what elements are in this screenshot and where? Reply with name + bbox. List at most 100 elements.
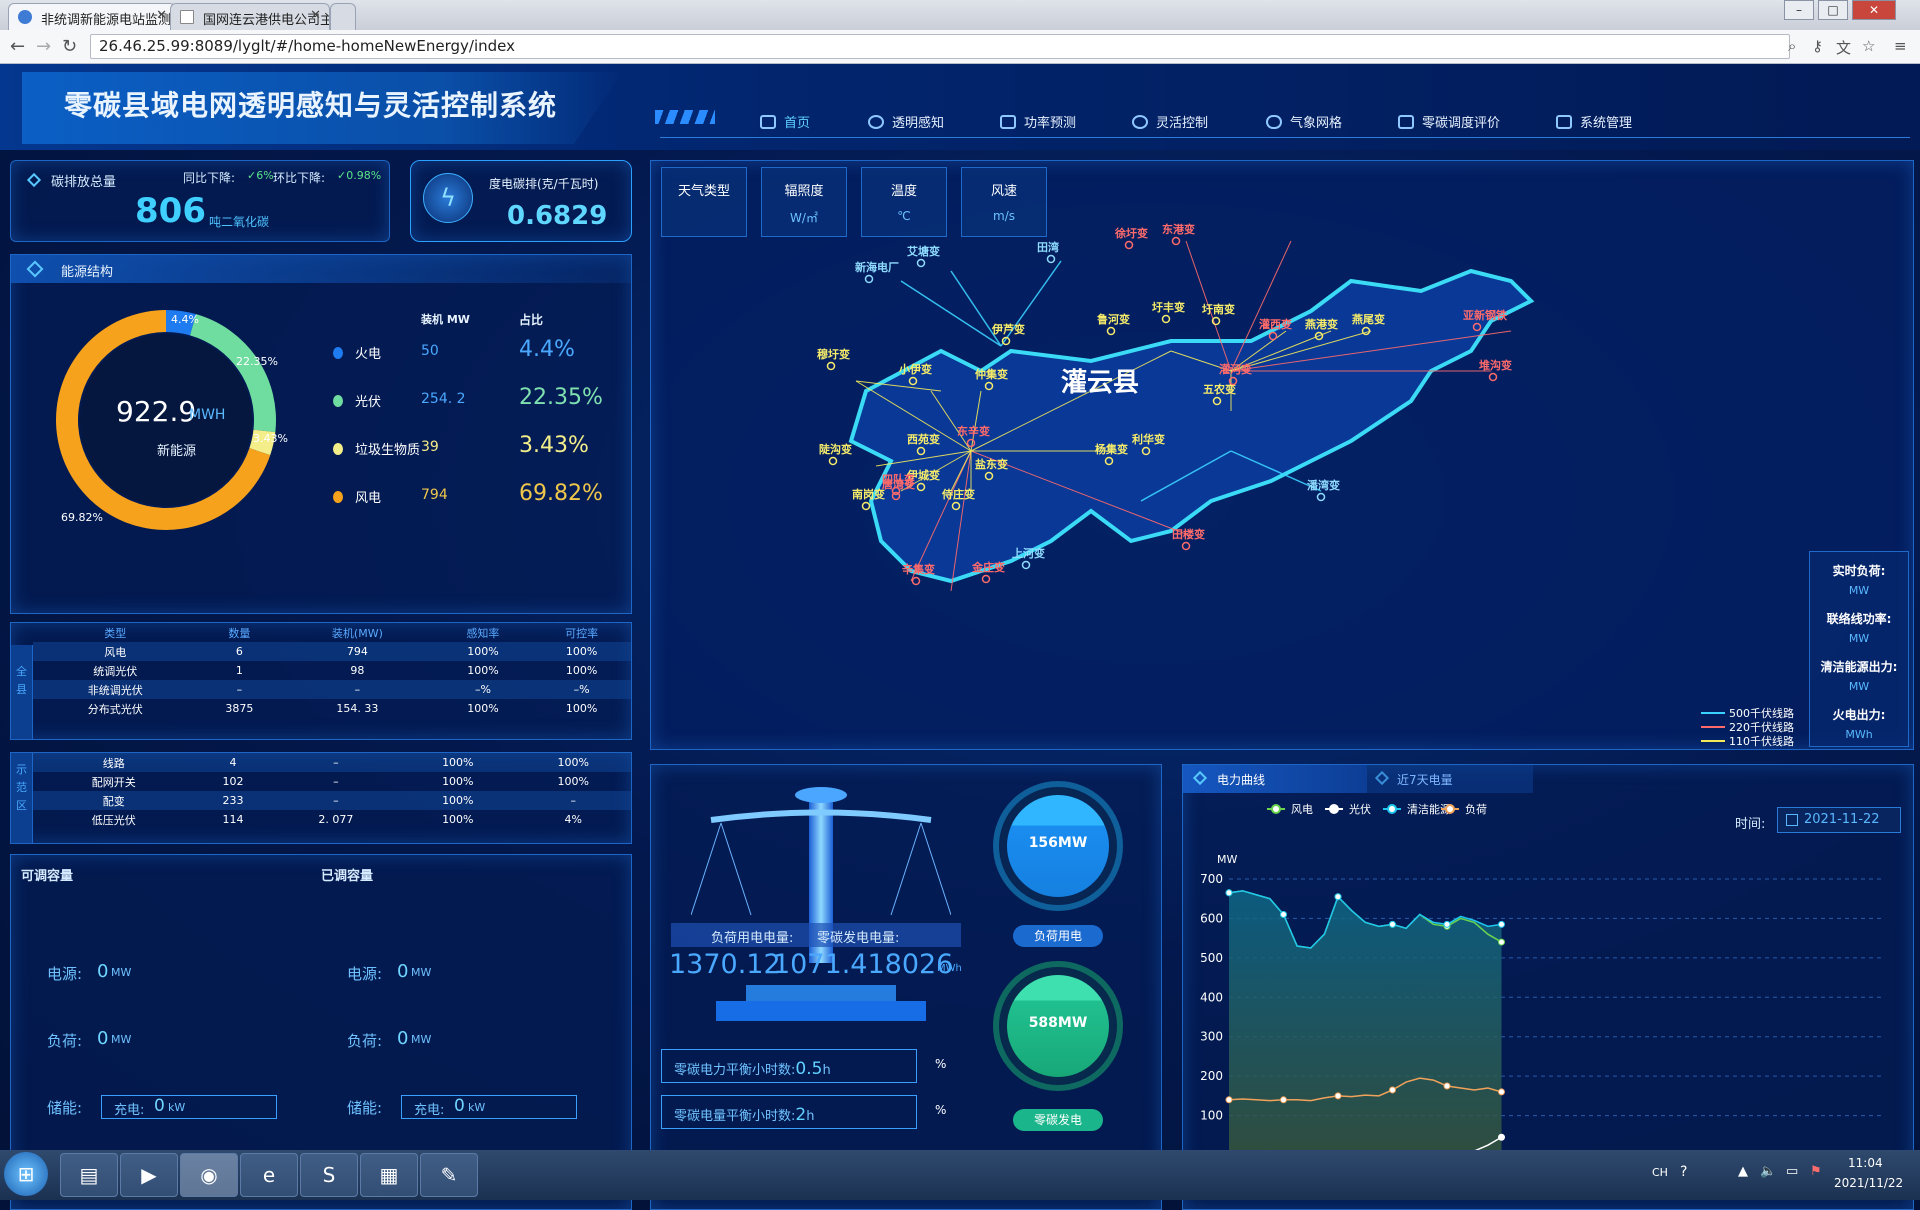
reload-icon[interactable]: ↻ <box>62 36 77 57</box>
clock-time[interactable]: 11:04 <box>1848 1156 1883 1170</box>
legend-item[interactable]: 风电 <box>1267 803 1313 816</box>
new-tab-button[interactable] <box>330 3 356 30</box>
load-bubble: 156MW <box>993 781 1123 911</box>
station-marker[interactable] <box>828 456 838 466</box>
forward-arrow-icon[interactable]: → <box>36 36 51 57</box>
clock-date[interactable]: 2021/11/22 <box>1834 1176 1903 1190</box>
data-point[interactable] <box>1280 1096 1287 1104</box>
flag-icon[interactable]: ⚑ <box>1810 1164 1822 1179</box>
star-icon[interactable]: ☆ <box>1862 37 1875 55</box>
carbon-total-panel: 碳排放总量 同比下降: ✓6% 环比下降: ✓0.98% 806 吨二氧化碳 <box>10 160 390 242</box>
nav-home[interactable]: 首页 <box>760 112 810 131</box>
legend-item[interactable]: 光伏 <box>1325 802 1371 816</box>
explorer-taskbar-icon[interactable]: ▤ <box>60 1153 118 1197</box>
table-cell: – <box>333 775 339 788</box>
data-point[interactable] <box>1443 920 1451 928</box>
data-point[interactable] <box>1443 1082 1451 1090</box>
station-label: 南岗变 <box>852 487 885 501</box>
grid-map[interactable]: 伊芦变穆圩变小伊变 仲集变鲁河变圩丰变 圩南变陡沟变西苑变伊城变盐东变南岗变 侍庄变杨… <box>651 161 1915 751</box>
help-icon[interactable]: ? <box>1680 1164 1687 1180</box>
tray-up-icon[interactable]: ▲ <box>1738 1164 1748 1179</box>
maximize-button[interactable]: □ <box>1818 0 1848 20</box>
station-marker[interactable] <box>1124 240 1134 250</box>
nav-transparent-perception[interactable]: 透明感知 <box>868 112 944 131</box>
paint-taskbar-icon[interactable]: ✎ <box>420 1153 478 1197</box>
data-point[interactable] <box>1498 920 1505 928</box>
data-point[interactable] <box>1498 1088 1505 1096</box>
station-marker[interactable] <box>861 501 871 511</box>
station-label: 西苑变 <box>907 432 940 446</box>
station-marker[interactable] <box>981 574 991 584</box>
close-icon[interactable]: ✕ <box>156 8 167 23</box>
data-point[interactable] <box>1498 1133 1505 1141</box>
start-button[interactable]: ⊞ <box>4 1152 48 1196</box>
capacity-charge_label: 充电: <box>414 1103 445 1118</box>
station-marker[interactable] <box>1316 492 1326 502</box>
power-curve-panel: 电力曲线 近7天电量 时间: 2021-11-22 风电光伏清洁能源负荷MW01… <box>1182 764 1914 1210</box>
data-point[interactable] <box>1225 889 1233 897</box>
station-marker[interactable] <box>1161 314 1171 324</box>
key-icon[interactable]: ⚷ <box>1812 37 1823 55</box>
carbon-total-value: 806 <box>135 191 206 231</box>
close-icon[interactable]: ✕ <box>310 8 321 23</box>
nav-power-forecast[interactable]: 功率预测 <box>1000 112 1076 131</box>
capacity-power_label: 电源: <box>347 965 383 983</box>
station-label: 穆圩变 <box>817 347 850 361</box>
legend-item[interactable]: 清洁能源 <box>1383 802 1451 816</box>
station-marker[interactable] <box>1171 236 1181 246</box>
data-point[interactable] <box>1334 1092 1342 1100</box>
energy-type-label: 风电 <box>355 491 382 506</box>
station-marker[interactable] <box>911 576 921 586</box>
data-point[interactable] <box>1389 1086 1396 1094</box>
station-marker[interactable] <box>1181 541 1191 551</box>
network-icon[interactable]: ▭ <box>1786 1164 1798 1179</box>
legend-dot <box>333 491 343 503</box>
data-point[interactable] <box>1334 893 1342 901</box>
menu-icon[interactable]: ≡ <box>1894 37 1907 55</box>
window-close-button[interactable]: ✕ <box>1852 0 1896 20</box>
table-row: 非统调光伏 – – –% –% <box>33 680 631 699</box>
data-point[interactable] <box>1225 1096 1233 1104</box>
translate-icon[interactable]: 文 <box>1836 37 1851 58</box>
capacity-load_label: 负荷: <box>347 1032 383 1050</box>
ie-taskbar-icon[interactable]: e <box>240 1153 298 1197</box>
table-row: 低压光伏 114 2. 077 100% 4% <box>33 810 631 829</box>
browser-tab-active[interactable]: 非统调新能源电站监测与 ✕ <box>8 3 176 30</box>
energy-share-value: 4.4% <box>519 337 575 362</box>
wps-taskbar-icon[interactable]: S <box>300 1153 358 1197</box>
minimize-button[interactable]: – <box>1784 0 1814 20</box>
nav-system-management[interactable]: 系统管理 <box>1556 112 1632 131</box>
language-indicator[interactable]: CH <box>1652 1166 1668 1179</box>
media-player-taskbar-icon[interactable]: ▶ <box>120 1153 178 1197</box>
home-icon <box>760 115 776 129</box>
station-marker[interactable] <box>864 274 874 284</box>
energy-structure-panel: 能源结构 922.9 MWH 新能源 4.4% 22.35% 3.43% 69.… <box>10 254 632 614</box>
back-arrow-icon[interactable]: ← <box>10 36 25 57</box>
nav-flexible-control[interactable]: 灵活控制 <box>1132 112 1208 131</box>
page-title: 零碳县域电网透明感知与灵活控制系统 <box>64 89 558 122</box>
chrome-taskbar-icon[interactable]: ◉ <box>180 1153 238 1197</box>
station-marker[interactable] <box>916 258 926 268</box>
capacity-power_value: 0 <box>97 961 109 982</box>
data-point[interactable] <box>1498 938 1505 946</box>
nav-zero-carbon-eval[interactable]: 零碳调度评价 <box>1398 112 1500 131</box>
station-marker[interactable] <box>1488 372 1498 382</box>
station-marker[interactable] <box>1046 254 1056 264</box>
y-tick-label: 600 <box>1200 911 1223 925</box>
zoom-icon[interactable]: ⌕ <box>1788 37 1796 55</box>
tab-power-curve[interactable]: 电力曲线 <box>1183 765 1367 793</box>
data-point[interactable] <box>1389 920 1396 928</box>
station-label: 小伊变 <box>898 362 932 376</box>
station-marker[interactable] <box>1021 560 1031 570</box>
station-marker[interactable] <box>1106 326 1116 336</box>
data-point[interactable] <box>1280 910 1287 918</box>
browser-tab[interactable]: 国网连云港供电公司主页 ✕ <box>170 3 330 30</box>
calculator-taskbar-icon[interactable]: ▦ <box>360 1153 418 1197</box>
url-input[interactable]: 26.46.25.99:8089/lyglt/#/home-homeNewEne… <box>90 34 1790 59</box>
nav-weather-grid[interactable]: 气象网格 <box>1266 112 1342 131</box>
tab-7day-energy[interactable]: 近7天电量 <box>1367 765 1533 793</box>
table-cell: 配变 <box>33 791 195 810</box>
app-header: 零碳县域电网透明感知与灵活控制系统 首页 透明感知 功率预测 灵活控制 气象网格… <box>0 64 1920 150</box>
volume-icon[interactable]: 🔈 <box>1760 1164 1776 1179</box>
station-marker[interactable] <box>826 361 836 371</box>
